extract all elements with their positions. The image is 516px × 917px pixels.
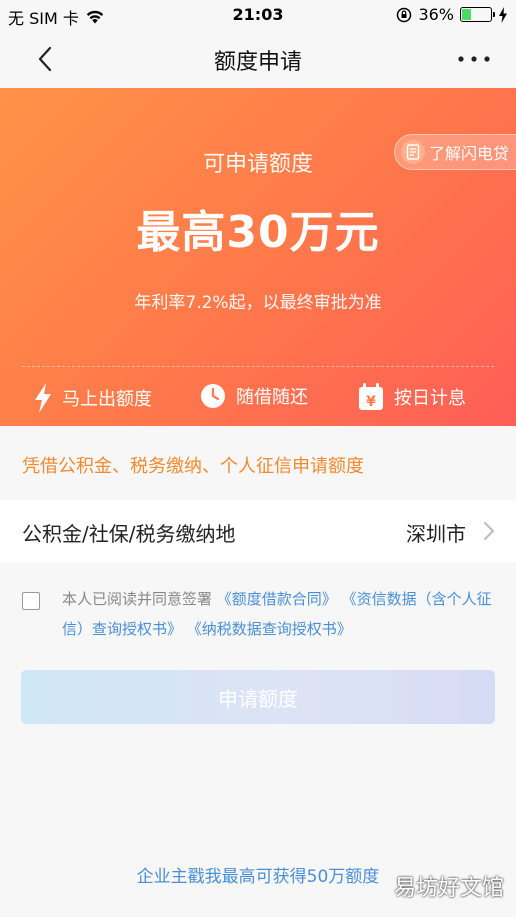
status-bar: 无 SIM 卡 21:03 36% <box>0 0 516 30</box>
calendar-yen-icon: ¥ <box>359 383 383 410</box>
agreement-text: 本人已阅读并同意签署 《额度借款合同》 《资信数据（含个人征信）查询授权书》 《… <box>62 584 498 644</box>
agreement-checkbox[interactable] <box>22 592 40 610</box>
battery-percent: 36% <box>418 5 454 24</box>
orientation-lock-icon <box>397 7 412 22</box>
application-basis-tip: 凭借公积金、税务缴纳、个人征信申请额度 <box>22 456 364 477</box>
agreement-prefix: 本人已阅读并同意签署 <box>62 590 213 608</box>
page-title: 额度申请 <box>213 50 302 75</box>
link-tax-data-authorization[interactable]: 《纳税数据查询授权书》 <box>187 620 352 638</box>
interest-rate-note: 年利率7.2%起，以最终审批为准 <box>134 293 382 313</box>
battery-icon <box>460 7 495 22</box>
status-right: 36% <box>396 5 508 24</box>
watermark-text: 易坊好文馆 <box>393 876 504 901</box>
credit-hero-card: 了解闪电贷 可申请额度 最高30万元 年利率7.2%起，以最终审批为准 马上出额… <box>0 88 516 426</box>
credit-label: 可申请额度 <box>202 152 313 177</box>
credit-amount: 最高30万元 <box>136 207 380 258</box>
charging-bolt-icon <box>499 6 507 23</box>
chevron-right-icon <box>484 522 494 540</box>
feature-label: 马上出额度 <box>62 389 152 410</box>
feature-item-flexible-repay: 随借随还 <box>200 383 308 409</box>
feature-list: 马上出额度 随借随还 ¥ 按日计息 <box>0 383 516 415</box>
apply-credit-button[interactable]: 申请额度 <box>21 670 495 724</box>
feature-item-daily-interest: ¥ 按日计息 <box>358 383 466 411</box>
hero-divider <box>22 366 494 367</box>
link-credit-loan-contract[interactable]: 《额度借款合同》 <box>217 590 337 608</box>
battery-fill <box>462 9 471 20</box>
svg-text:¥: ¥ <box>366 394 376 410</box>
payment-location-label: 公积金/社保/税务缴纳地 <box>22 522 236 546</box>
lightning-icon <box>35 383 51 413</box>
nav-bar: 额度申请 <box>0 30 516 88</box>
payment-location-value: 深圳市 <box>406 522 466 546</box>
feature-item-fast-credit: 马上出额度 <box>34 383 152 413</box>
payment-location-row[interactable]: 公积金/社保/税务缴纳地 深圳市 <box>0 500 516 562</box>
feature-label: 按日计息 <box>394 388 466 409</box>
clock-icon <box>201 384 225 408</box>
feature-label: 随借随还 <box>236 387 308 408</box>
ellipsis-icon[interactable] <box>454 42 494 76</box>
